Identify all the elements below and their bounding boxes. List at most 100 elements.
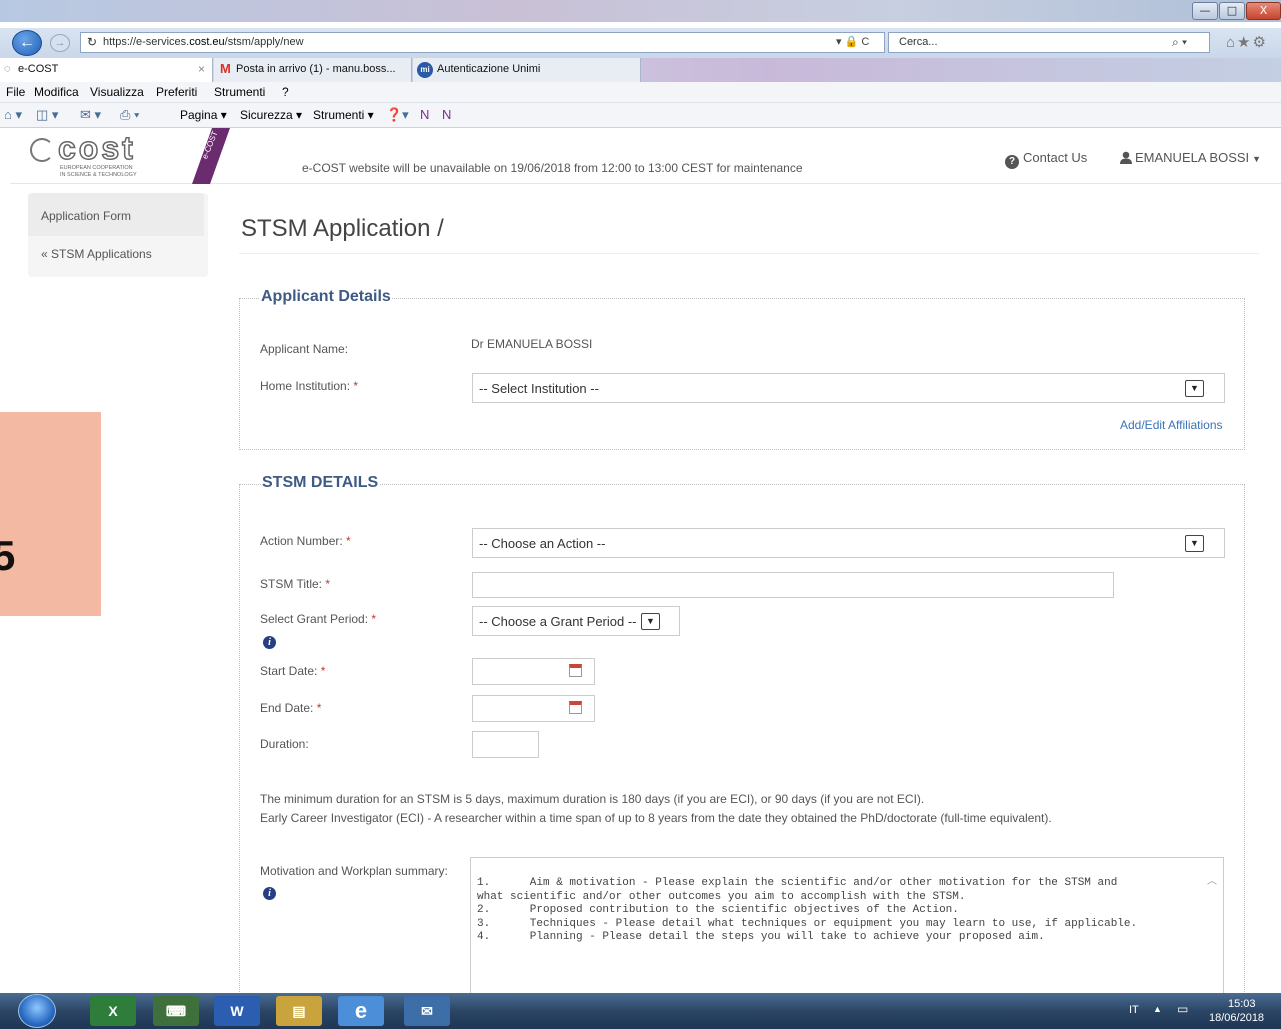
page-title: STSM Application /: [241, 215, 444, 242]
tab-label: Posta in arrivo (1) - manu.boss...: [236, 63, 396, 75]
end-date-label: End Date: *: [260, 701, 322, 715]
tab-unimi[interactable]: mi Autenticazione Unimi: [413, 58, 641, 82]
search-placeholder: Cerca...: [899, 36, 938, 48]
applicant-name-label: Applicant Name:: [260, 342, 349, 356]
word-icon[interactable]: W: [214, 996, 260, 1026]
logo-text: cost: [57, 129, 136, 167]
address-tools[interactable]: ▾ 🔒 C: [836, 35, 869, 48]
internet-explorer-icon[interactable]: e: [338, 996, 384, 1026]
command-strumenti[interactable]: Strumenti ▾: [313, 108, 374, 122]
logo-subtitle-1: EUROPEAN COOPERATION: [60, 165, 133, 171]
site-header: cost EUROPEAN COOPERATION IN SCIENCE & T…: [10, 128, 1281, 184]
cost-logo[interactable]: cost EUROPEAN COOPERATION IN SCIENCE & T…: [30, 129, 160, 180]
end-date-input[interactable]: [472, 695, 595, 722]
excel-icon[interactable]: X: [90, 996, 136, 1026]
show-hidden-icons-icon[interactable]: ▲: [1153, 1004, 1162, 1014]
print-icon[interactable]: ⎙ ▾: [120, 107, 139, 123]
info-icon[interactable]: i: [263, 887, 276, 900]
unimi-icon: mi: [417, 62, 433, 78]
scroll-up-icon[interactable]: ︿: [1207, 872, 1217, 887]
help-circle-icon[interactable]: ❓▾: [386, 107, 409, 123]
user-menu[interactable]: EMANUELA BOSSI ▼: [1120, 150, 1261, 165]
feeds-icon[interactable]: ◫ ▾: [36, 107, 58, 123]
tab-ecost[interactable]: ◌ e-COST ×: [0, 58, 213, 82]
menu-modifica[interactable]: Modifica: [34, 85, 79, 99]
command-bar: ⌂ ▾ ◫ ▾ ✉ ▾ ⎙ ▾ Pagina ▾ Sicurezza ▾ Str…: [0, 103, 1281, 128]
clock-time[interactable]: 15:03: [1228, 998, 1256, 1010]
start-button[interactable]: [18, 994, 56, 1028]
menu-visualizza[interactable]: Visualizza: [90, 85, 144, 99]
clock-date[interactable]: 18/06/2018: [1209, 1012, 1264, 1024]
chevron-down-icon: ▼: [1185, 380, 1204, 397]
forward-button[interactable]: →: [50, 34, 70, 52]
eci-help-text: Early Career Investigator (ECI) - A rese…: [260, 811, 1052, 825]
search-icon[interactable]: ⌕ ▾: [1172, 35, 1187, 50]
onenote-icon[interactable]: N: [420, 107, 429, 122]
search-box[interactable]: Cerca... ⌕ ▾: [888, 32, 1210, 53]
calendar-icon[interactable]: [569, 664, 582, 677]
minimize-button[interactable]: —: [1192, 2, 1218, 20]
url-text: https://e-services.cost.eu/stsm/apply/ne…: [103, 36, 304, 48]
menu-file[interactable]: File: [6, 85, 25, 99]
ecost-ribbon: e-COST: [192, 128, 230, 184]
start-date-input[interactable]: [472, 658, 595, 685]
annotation-overlay: 5: [0, 412, 101, 616]
tab-label: Autenticazione Unimi: [437, 63, 541, 75]
onenote-linked-icon[interactable]: N: [442, 107, 451, 122]
add-edit-affiliations-link[interactable]: Add/Edit Affiliations: [1120, 418, 1223, 432]
chevron-down-icon: ▼: [1185, 535, 1204, 552]
stsm-title-label: STSM Title: *: [260, 577, 331, 591]
tab-gmail[interactable]: M Posta in arrivo (1) - manu.boss...: [214, 58, 412, 82]
duration-input[interactable]: [472, 731, 539, 758]
page-icon: ↻: [87, 35, 98, 49]
thunderbird-icon[interactable]: ✉: [404, 996, 450, 1026]
network-icon[interactable]: ▭: [1177, 1002, 1188, 1016]
sidebar-item-application-form[interactable]: Application Form: [28, 193, 204, 236]
logo-subtitle-2: IN SCIENCE & TECHNOLOGY: [60, 172, 137, 178]
maximize-button[interactable]: □: [1219, 2, 1245, 20]
action-number-select[interactable]: -- Choose an Action -- ▼: [472, 528, 1225, 558]
main-content: STSM Application / Applicant Details App…: [223, 193, 1263, 1004]
caret-down-icon: ▼: [1252, 154, 1262, 164]
tab-label: e-COST: [18, 63, 59, 75]
gmail-icon: M: [220, 61, 231, 76]
grant-period-label: Select Grant Period: *: [260, 612, 377, 626]
duration-help-text: The minimum duration for an STSM is 5 da…: [260, 792, 925, 806]
address-bar[interactable]: ↻ https://e-services.cost.eu/stsm/apply/…: [80, 32, 885, 53]
start-date-label: Start Date: *: [260, 664, 326, 678]
motivation-textarea[interactable]: 1. Aim & motivation - Please explain the…: [470, 857, 1224, 997]
maintenance-notice: e-COST website will be unavailable on 19…: [302, 161, 803, 175]
applicant-name-value: Dr EMANUELA BOSSI: [471, 337, 593, 351]
applicant-details-legend: Applicant Details: [260, 288, 392, 306]
sidebar-item-stsm-applications[interactable]: « STSM Applications: [41, 247, 152, 261]
home-institution-select[interactable]: -- Select Institution -- ▼: [472, 373, 1225, 403]
file-explorer-icon[interactable]: ▤: [276, 996, 322, 1026]
close-tab-icon[interactable]: ×: [198, 58, 205, 80]
mail-icon[interactable]: ✉ ▾: [80, 107, 101, 123]
menu-preferiti[interactable]: Preferiti: [156, 85, 197, 99]
info-icon[interactable]: i: [263, 636, 276, 649]
contact-us-link[interactable]: ? Contact Us: [1005, 150, 1087, 169]
command-sicurezza[interactable]: Sicurezza ▾: [240, 108, 302, 122]
action-number-label: Action Number: *: [260, 534, 351, 548]
system-tray: IT ▲ ▭ 15:03 18/06/2018: [1125, 993, 1281, 1029]
menu-strumenti[interactable]: Strumenti: [214, 85, 265, 99]
user-icon: [1120, 151, 1132, 164]
motivation-placeholder: 1. Aim & motivation - Please explain the…: [477, 877, 1138, 943]
back-button[interactable]: ←: [12, 30, 42, 56]
stsm-details-legend: STSM DETAILS: [261, 474, 380, 492]
home-icon[interactable]: ⌂ ▾: [4, 107, 22, 123]
keyboard-icon[interactable]: ⌨: [153, 996, 199, 1026]
stsm-details-section: STSM DETAILS Action Number: * -- Choose …: [239, 474, 1245, 1004]
question-icon: ?: [1005, 155, 1019, 169]
home-institution-label: Home Institution: *: [260, 379, 359, 393]
sidebar: Application Form « STSM Applications: [28, 193, 208, 277]
grant-period-select[interactable]: -- Choose a Grant Period -- ▼: [472, 606, 680, 636]
calendar-icon[interactable]: [569, 701, 582, 714]
home-favorites-settings-icons[interactable]: ⌂★⚙: [1226, 33, 1268, 51]
menu-help[interactable]: ?: [282, 85, 289, 99]
close-window-button[interactable]: X: [1246, 2, 1281, 20]
language-indicator[interactable]: IT: [1129, 1004, 1139, 1016]
command-pagina[interactable]: Pagina ▾: [180, 108, 227, 122]
stsm-title-input[interactable]: [472, 572, 1114, 598]
